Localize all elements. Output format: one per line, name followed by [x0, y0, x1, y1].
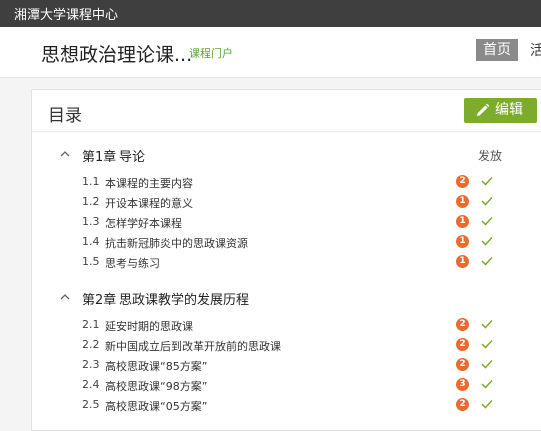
nav-activity-tab[interactable]: 活: [530, 40, 541, 60]
catalog-header: 目录 编辑: [32, 90, 541, 132]
section-row[interactable]: 1.5 思考与练习 1: [32, 253, 541, 271]
section-title[interactable]: 抗击新冠肺炎中的思政课资源: [105, 235, 248, 251]
section-row[interactable]: 2.3 高校思政课“85方案” 2: [32, 356, 541, 374]
task-count-badge: 2: [456, 358, 469, 371]
catalog-title: 目录: [48, 106, 82, 126]
check-icon: [481, 399, 493, 409]
check-icon: [481, 256, 493, 266]
section-number: 2.3: [82, 358, 100, 371]
section-row[interactable]: 2.1 延安时期的思政课 2: [32, 316, 541, 334]
check-icon: [481, 236, 493, 246]
section-number: 1.2: [82, 195, 100, 208]
section-row[interactable]: 1.2 开设本课程的意义 1: [32, 193, 541, 211]
check-icon: [481, 196, 493, 206]
task-count-badge: 2: [456, 338, 469, 351]
task-count-badge: 1: [456, 215, 469, 228]
section-title[interactable]: 开设本课程的意义: [105, 195, 193, 211]
section-row[interactable]: 1.4 抗击新冠肺炎中的思政课资源 1: [32, 233, 541, 251]
site-brand[interactable]: 湘潭大学课程中心: [14, 4, 118, 23]
task-count-badge: 2: [456, 318, 469, 331]
section-title[interactable]: 延安时期的思政课: [105, 318, 193, 334]
chapter-row[interactable]: 第1章 导论: [32, 145, 541, 165]
task-count-badge: 2: [456, 398, 469, 411]
check-icon: [481, 339, 493, 349]
section-row[interactable]: 1.1 本课程的主要内容 2: [32, 173, 541, 191]
task-count-badge: 1: [456, 235, 469, 248]
pencil-icon: [477, 103, 490, 116]
section-number: 1.5: [82, 255, 100, 268]
edit-button[interactable]: 编辑: [464, 98, 537, 123]
section-title[interactable]: 本课程的主要内容: [105, 175, 193, 191]
nav-home-tab[interactable]: 首页: [476, 39, 518, 61]
section-row[interactable]: 1.3 怎样学好本课程 1: [32, 213, 541, 231]
section-row[interactable]: 2.5 高校思政课“05方案” 2: [32, 396, 541, 414]
section-title[interactable]: 怎样学好本课程: [105, 215, 182, 231]
chevron-up-icon[interactable]: [60, 150, 70, 157]
section-title[interactable]: 新中国成立后到改革开放前的思政课: [105, 338, 281, 354]
section-title[interactable]: 思考与练习: [105, 255, 160, 271]
course-portal-link[interactable]: 课程门户: [189, 45, 233, 61]
section-title[interactable]: 高校思政课“98方案”: [105, 378, 207, 394]
section-number: 1.1: [82, 175, 100, 188]
chapter-title[interactable]: 思政课教学的发展历程: [119, 289, 249, 308]
course-header: 思想政治理论课... 课程门户 首页 活: [0, 27, 541, 78]
top-bar: 湘潭大学课程中心: [0, 0, 541, 27]
chapter-number: 第1章: [82, 150, 117, 165]
check-icon: [481, 379, 493, 389]
section-row[interactable]: 2.2 新中国成立后到改革开放前的思政课 2: [32, 336, 541, 354]
section-title[interactable]: 高校思政课“05方案”: [105, 398, 207, 414]
section-number: 1.4: [82, 235, 100, 248]
edit-button-label: 编辑: [495, 102, 523, 118]
section-number: 2.4: [82, 378, 100, 391]
check-icon: [481, 319, 493, 329]
section-number: 1.3: [82, 215, 100, 228]
section-number: 2.2: [82, 338, 100, 351]
check-icon: [481, 216, 493, 226]
catalog-panel: 目录 编辑 发放 第1章 导论 1.1 本课程的主要内容 2 1.2 开设本课程的意义 1 1.…: [31, 89, 541, 431]
section-title[interactable]: 高校思政课“85方案”: [105, 358, 207, 374]
section-number: 2.5: [82, 398, 100, 411]
task-count-badge: 1: [456, 195, 469, 208]
chapter-row[interactable]: 第2章 思政课教学的发展历程: [32, 288, 541, 308]
section-row[interactable]: 2.4 高校思政课“98方案” 3: [32, 376, 541, 394]
chevron-up-icon[interactable]: [60, 293, 70, 300]
course-title: 思想政治理论课...: [41, 44, 193, 66]
chapter-title[interactable]: 导论: [119, 146, 145, 165]
check-icon: [481, 359, 493, 369]
task-count-badge: 1: [456, 255, 469, 268]
task-count-badge: 3: [456, 378, 469, 391]
task-count-badge: 2: [456, 175, 469, 188]
chapter-number: 第2章: [82, 293, 117, 308]
section-number: 2.1: [82, 318, 100, 331]
check-icon: [481, 176, 493, 186]
